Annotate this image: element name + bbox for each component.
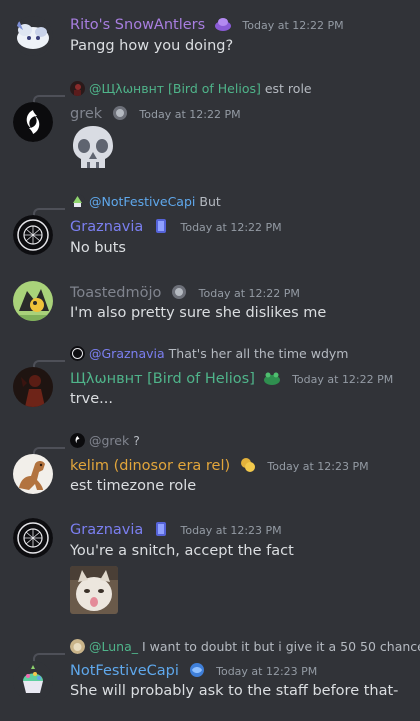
skull-emoji-icon (73, 126, 113, 168)
message-text: I'm also pretty sure she dislikes me (70, 305, 327, 321)
avatar[interactable] (13, 16, 53, 56)
reply-text: est role (264, 81, 312, 96)
role-icon (214, 15, 232, 33)
author-name-text[interactable]: kelim (dinosor era rel) (70, 458, 230, 474)
reply-author[interactable]: @Luna_ (89, 639, 138, 654)
timestamp: Today at 12:23 PM (180, 524, 282, 537)
image-attachment[interactable] (70, 566, 118, 614)
message-text: trve... (70, 391, 113, 407)
reply-author[interactable]: @grek (89, 433, 129, 448)
message-text: Pangg how you doing? (70, 38, 234, 54)
reply-avatar (70, 433, 85, 448)
author-name-text[interactable]: Rito's SnowAntlers (70, 17, 205, 33)
avatar[interactable] (13, 518, 53, 558)
author-name[interactable]: Rito's SnowAntlers Today at 12:22 PM (70, 15, 344, 33)
avatar[interactable] (13, 215, 53, 255)
author-name-text[interactable]: Щλωнвнт [Bird of Helios] (70, 371, 255, 387)
message-text: She will probably ask to the staff befor… (70, 683, 399, 699)
role-icon (263, 369, 281, 387)
reply-author[interactable]: @Щλωнвнт [Bird of Helios] (89, 81, 261, 96)
role-icon (188, 661, 206, 679)
reply-preview[interactable]: @Щλωнвнт [Bird of Helios] est role (70, 81, 312, 96)
author-name[interactable]: Toastedmöjo Today at 12:22 PM (70, 283, 300, 301)
reply-avatar (70, 639, 85, 654)
author-name[interactable]: Graznavia Today at 12:22 PM (70, 217, 282, 235)
reply-preview[interactable]: @grek? (70, 433, 140, 448)
avatar[interactable] (13, 454, 53, 494)
reply-avatar (70, 346, 85, 361)
author-name-text[interactable]: Toastedmöjo (70, 285, 161, 301)
reply-text: I want to doubt it but i give it a 50 50… (142, 639, 420, 654)
author-name[interactable]: grek Today at 12:22 PM (70, 104, 241, 122)
author-name[interactable]: Graznavia Today at 12:23 PM (70, 520, 282, 538)
avatar[interactable] (13, 281, 53, 321)
timestamp: Today at 12:23 PM (267, 460, 369, 473)
reply-author[interactable]: @Graznavia (89, 346, 165, 361)
message-text: You're a snitch, accept the fact (70, 543, 294, 559)
reply-avatar (70, 81, 85, 96)
avatar[interactable] (13, 661, 53, 701)
reply-preview[interactable]: @Luna_ I want to doubt it but i give it a… (70, 639, 420, 654)
author-name-text[interactable]: Graznavia (70, 219, 143, 235)
author-name-text[interactable]: NotFestiveCapi (70, 663, 179, 679)
role-icon (239, 456, 257, 474)
avatar[interactable] (13, 367, 53, 407)
timestamp: Today at 12:22 PM (180, 221, 282, 234)
avatar[interactable] (13, 102, 53, 142)
author-name[interactable]: NotFestiveCapi Today at 12:23 PM (70, 661, 317, 679)
message-emoji: 💀 (70, 124, 116, 172)
reply-text: ? (133, 433, 140, 448)
timestamp: Today at 12:22 PM (292, 373, 394, 386)
author-name[interactable]: Щλωнвнт [Bird of Helios] Today at 12:22 … (70, 369, 393, 387)
role-icon (170, 283, 188, 301)
role-icon (111, 104, 129, 122)
reply-preview[interactable]: @Graznavia That's her all the time wdym (70, 346, 348, 361)
author-name[interactable]: kelim (dinosor era rel) Today at 12:23 P… (70, 456, 369, 474)
timestamp: Today at 12:22 PM (198, 287, 300, 300)
message-text: est timezone role (70, 478, 197, 494)
role-icon (152, 217, 170, 235)
reply-avatar (70, 194, 85, 209)
reply-text: But (199, 194, 221, 209)
reply-text: That's her all the time wdym (168, 346, 349, 361)
timestamp: Today at 12:22 PM (139, 108, 241, 121)
reply-author[interactable]: @NotFestiveCapi (89, 194, 195, 209)
author-name-text[interactable]: Graznavia (70, 522, 143, 538)
reply-preview[interactable]: @NotFestiveCapi But (70, 194, 221, 209)
timestamp: Today at 12:23 PM (216, 665, 318, 678)
message-text: No buts (70, 240, 126, 256)
author-name-text[interactable]: grek (70, 106, 102, 122)
role-icon (152, 520, 170, 538)
timestamp: Today at 12:22 PM (242, 19, 344, 32)
